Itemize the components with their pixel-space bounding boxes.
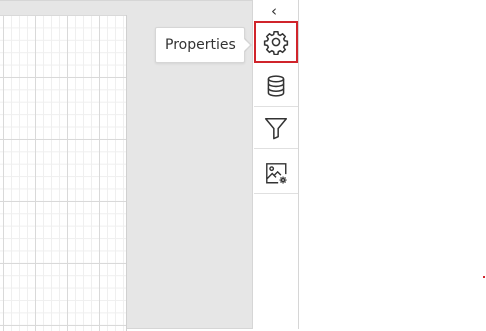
image-settings-tool-button[interactable] — [254, 153, 298, 194]
image-settings-icon — [266, 163, 287, 184]
properties-tooltip: Properties — [155, 27, 245, 63]
report-canvas-grid[interactable] — [0, 15, 127, 331]
properties-tool-button[interactable] — [254, 21, 298, 63]
collapse-panel-chevron-left-icon[interactable]: ‹ — [264, 2, 284, 20]
funnel-icon — [264, 118, 288, 140]
gear-icon — [263, 30, 289, 55]
database-icon — [267, 75, 285, 97]
red-dot-marker — [483, 276, 485, 278]
data-tool-button[interactable] — [254, 66, 298, 107]
properties-side-panel: ‹ — [252, 0, 298, 329]
tooltip-arrow-inner — [243, 38, 250, 52]
filter-tool-button[interactable] — [254, 108, 298, 149]
